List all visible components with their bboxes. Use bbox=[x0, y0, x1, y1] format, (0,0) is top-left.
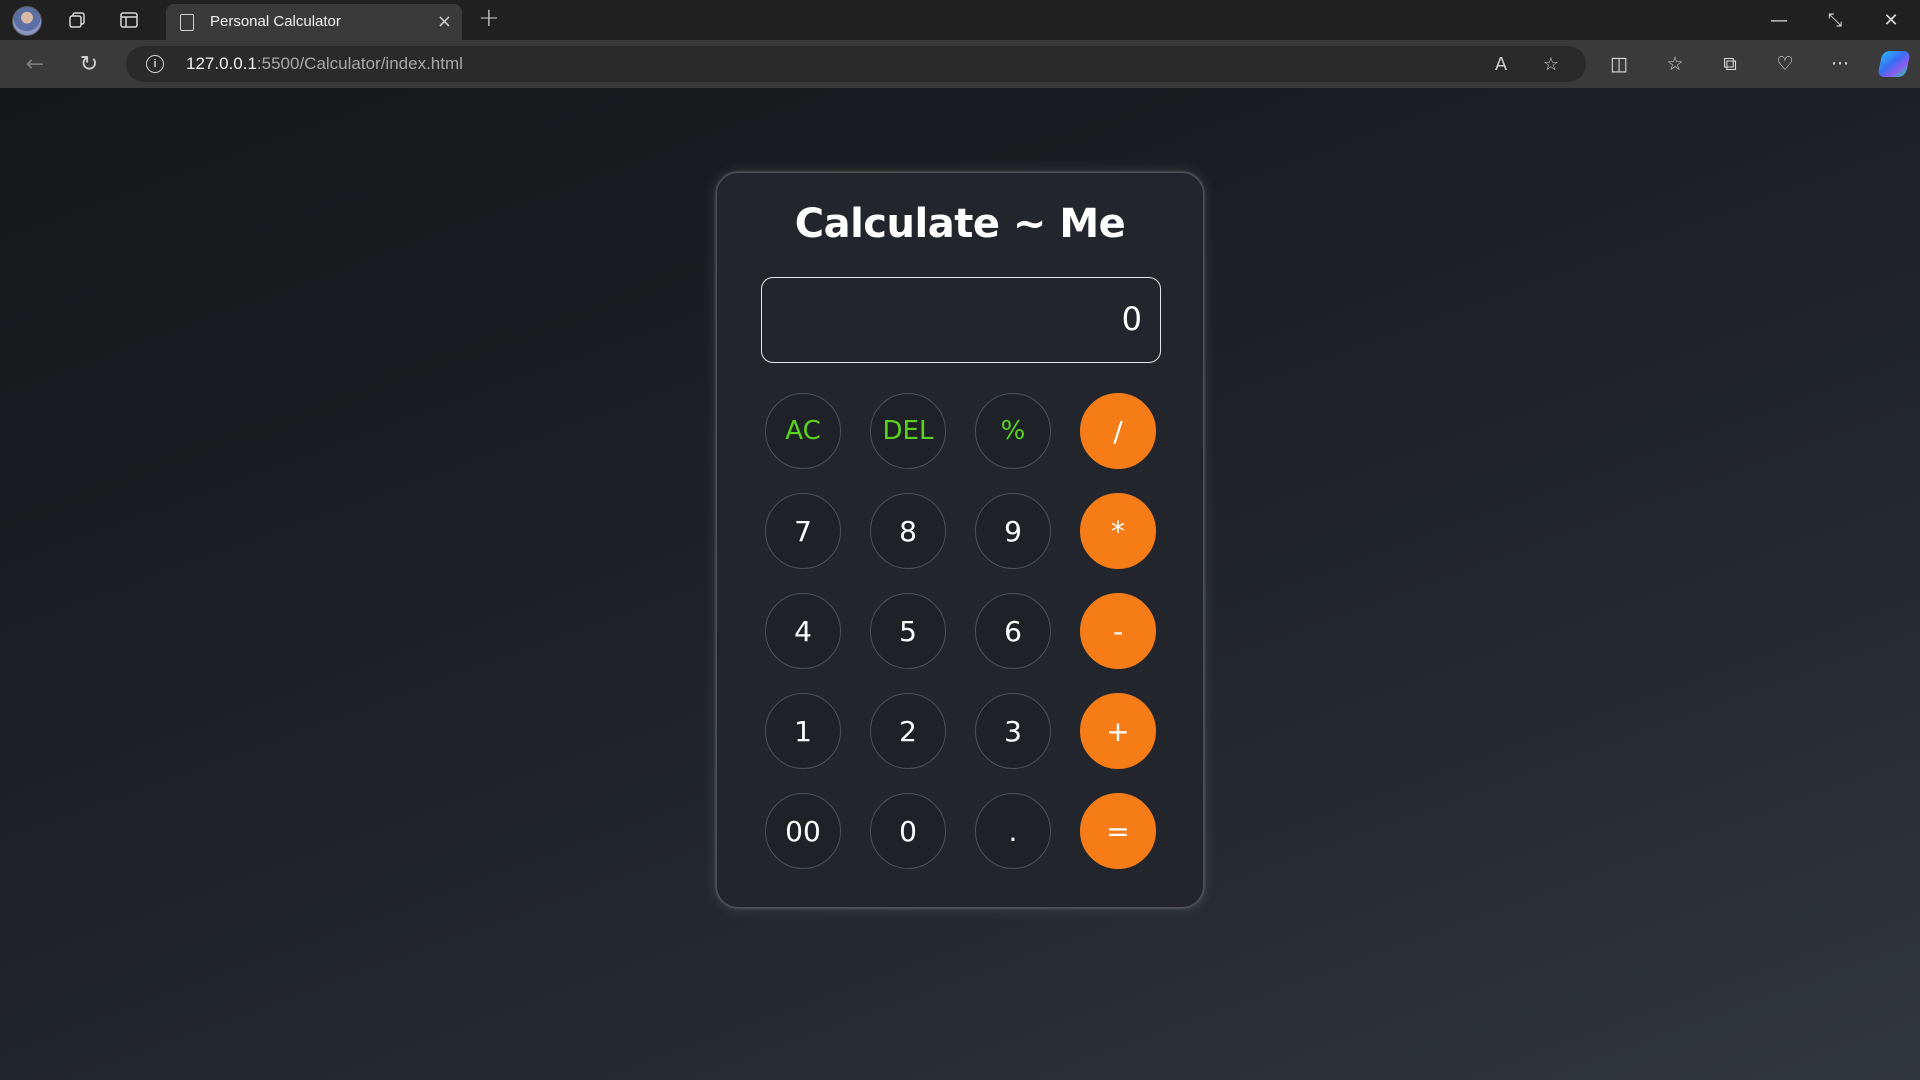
key-7-button[interactable]: 7 bbox=[765, 493, 841, 569]
key-divide-button[interactable]: / bbox=[1080, 393, 1156, 469]
page-viewport: Calculate ~ Me 0 AC DEL%/7 8 9 * 4 5 6-1 2 3 +00 0.… bbox=[0, 88, 1920, 1080]
key-8-button[interactable]: 8 bbox=[870, 493, 946, 569]
profile-avatar[interactable] bbox=[12, 6, 42, 36]
browser-health-icon[interactable]: ♡ bbox=[1770, 50, 1800, 78]
browser-toolbar: ← ↻ i 127.0.0.1:5500/Calculator/index.ht… bbox=[0, 40, 1920, 88]
key-double-zero-button[interactable]: 00 bbox=[765, 793, 841, 869]
url-host: 127.0.0.1 bbox=[186, 54, 257, 73]
key-4-button[interactable]: 4 bbox=[765, 593, 841, 669]
calculator-title: Calculate ~ Me bbox=[794, 201, 1126, 247]
url-text[interactable]: 127.0.0.1:5500/Calculator/index.html bbox=[186, 54, 463, 74]
key-add-button[interactable]: + bbox=[1080, 693, 1156, 769]
read-aloud-icon[interactable]: A bbox=[1488, 52, 1514, 76]
key-3-button[interactable]: 3 bbox=[975, 693, 1051, 769]
key-equals-button[interactable]: = bbox=[1080, 793, 1156, 869]
workspaces-icon[interactable] bbox=[64, 8, 90, 32]
calculator-panel: Calculate ~ Me 0 AC DEL%/7 8 9 * 4 5 6-1 2 3 +00 0.… bbox=[716, 172, 1204, 908]
key-decimal-button[interactable]: . bbox=[975, 793, 1051, 869]
new-tab-button[interactable]: + bbox=[478, 3, 500, 33]
minimize-icon[interactable]: — bbox=[1756, 4, 1802, 36]
key-0-button[interactable]: 0 bbox=[870, 793, 946, 869]
vertical-tabs-icon[interactable] bbox=[116, 8, 142, 32]
key-all-clear-button[interactable]: AC bbox=[765, 393, 841, 469]
split-screen-icon[interactable]: ◫ bbox=[1604, 50, 1634, 78]
back-icon[interactable]: ← bbox=[20, 50, 50, 78]
tab-close-icon[interactable]: × bbox=[437, 11, 452, 32]
site-info-icon[interactable]: i bbox=[146, 55, 164, 73]
key-9-button[interactable]: 9 bbox=[975, 493, 1051, 569]
key-6-button[interactable]: 6 bbox=[975, 593, 1051, 669]
key-percent-button[interactable]: % bbox=[975, 393, 1051, 469]
refresh-icon[interactable]: ↻ bbox=[74, 50, 104, 78]
key-2-button[interactable]: 2 bbox=[870, 693, 946, 769]
tab-personal-calculator[interactable]: Personal Calculator × bbox=[166, 4, 462, 40]
key-delete-button[interactable]: DEL bbox=[870, 393, 946, 469]
copilot-icon[interactable] bbox=[1877, 51, 1911, 77]
tab-title: Personal Calculator bbox=[210, 13, 341, 30]
key-5-button[interactable]: 5 bbox=[870, 593, 946, 669]
calculator-display: 0 bbox=[761, 277, 1161, 363]
more-options-icon[interactable]: ··· bbox=[1825, 50, 1855, 78]
favorite-star-icon[interactable]: ☆ bbox=[1538, 52, 1564, 76]
browser-tab-bar: Personal Calculator × + — ⤡ ✕ bbox=[0, 0, 1920, 40]
key-1-button[interactable]: 1 bbox=[765, 693, 841, 769]
url-path: :5500/Calculator/index.html bbox=[256, 54, 463, 73]
restore-icon[interactable]: ⤡ bbox=[1812, 4, 1858, 36]
close-window-icon[interactable]: ✕ bbox=[1868, 4, 1914, 36]
key-multiply-button[interactable]: * bbox=[1080, 493, 1156, 569]
key-subtract-button[interactable]: - bbox=[1080, 593, 1156, 669]
address-bar[interactable]: i 127.0.0.1:5500/Calculator/index.html A… bbox=[126, 46, 1586, 82]
page-icon bbox=[180, 14, 194, 31]
favorites-icon[interactable]: ☆ bbox=[1660, 50, 1690, 78]
collections-icon[interactable]: ⧉ bbox=[1715, 50, 1745, 78]
